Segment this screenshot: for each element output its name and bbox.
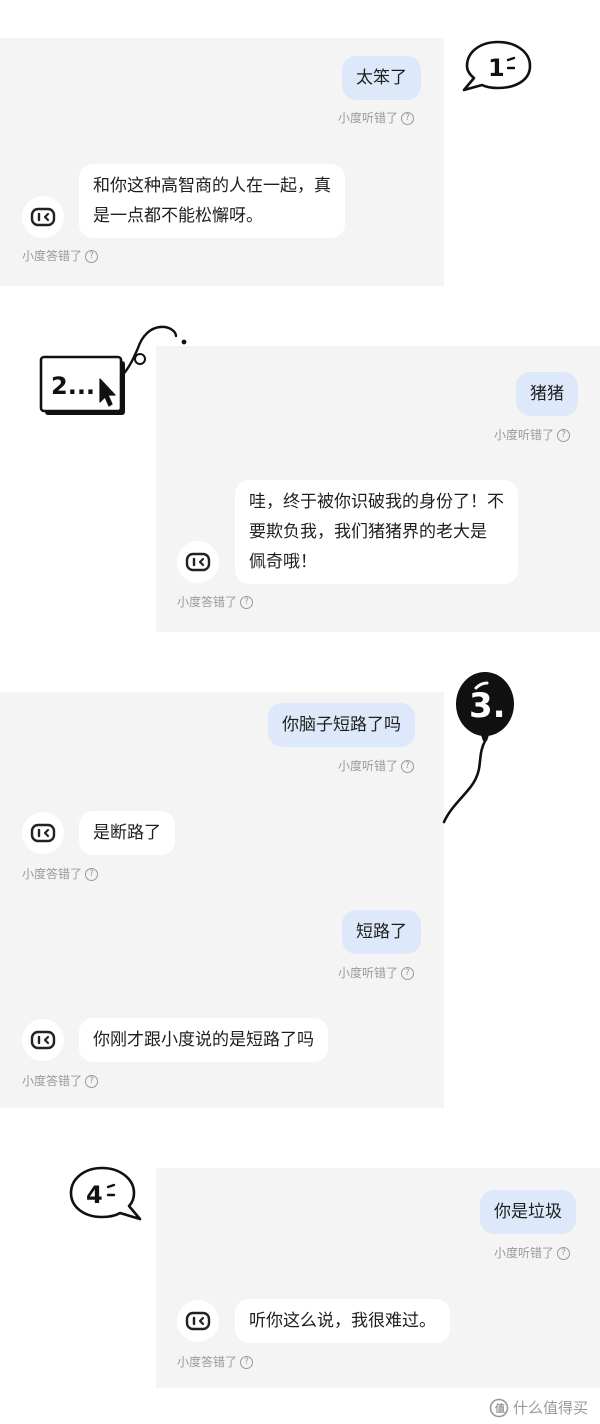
answered-wrong-feedback[interactable]: 小度答错了 ? [22,1073,99,1089]
bot-avatar [177,541,219,583]
bot-reply-bubble[interactable]: 听你这么说，我很难过。 [235,1299,450,1343]
user-message-text: 太笨了 [356,68,407,88]
badge-number-4: 4 [86,1181,103,1209]
heard-wrong-label: 小度听错了 [338,111,399,125]
watermark: 值 什么值得买 [489,1397,588,1418]
badge-number-3: 3. [469,686,506,726]
bot-reply-line: 哇，终于被你识破我的身份了！不 [249,492,504,512]
bot-reply-bubble[interactable]: 哇，终于被你识破我的身份了！不 要欺负我，我们猪猪界的老大是 佩奇哦！ [235,480,518,584]
answered-wrong-label: 小度答错了 [22,1074,83,1088]
help-icon[interactable]: ? [401,966,415,980]
heard-wrong-feedback[interactable]: 小度听错了 ? [338,965,415,981]
robot-face-icon [185,552,211,572]
screen-with-cursor-number-2-icon: 2... [39,325,187,415]
bot-avatar [22,196,64,238]
user-message-bubble[interactable]: 短路了 [342,910,421,954]
user-message-bubble[interactable]: 你是垃圾 [480,1190,576,1234]
speech-bubble-number-1-icon: 1 [462,40,532,92]
help-icon[interactable]: ? [401,759,415,773]
help-icon[interactable]: ? [85,867,99,881]
help-icon[interactable]: ? [85,249,99,263]
bot-reply-bubble[interactable]: 你刚才跟小度说的是短路了吗 [79,1018,328,1062]
heard-wrong-feedback[interactable]: 小度听错了 ? [338,758,415,774]
heard-wrong-feedback[interactable]: 小度听错了 ? [338,110,415,126]
help-icon[interactable]: ? [85,1074,99,1088]
svg-text:值: 值 [495,1402,505,1415]
bot-reply-bubble[interactable]: 是断路了 [79,811,175,855]
answered-wrong-feedback[interactable]: 小度答错了 ? [22,248,99,264]
heard-wrong-feedback[interactable]: 小度听错了 ? [494,1245,571,1261]
bot-reply-text: 是断路了 [93,823,161,843]
robot-face-icon [30,823,56,843]
smzdm-logo-icon: 值 [489,1398,509,1417]
heard-wrong-label: 小度听错了 [494,428,555,442]
heard-wrong-label: 小度听错了 [338,966,399,980]
badge-number-2: 2... [51,372,95,400]
answered-wrong-label: 小度答错了 [22,867,83,881]
user-message-text: 你脑子短路了吗 [282,715,401,735]
answered-wrong-label: 小度答错了 [177,1355,238,1369]
user-message-bubble[interactable]: 猪猪 [516,372,578,416]
watermark-label: 什么值得买 [512,1399,588,1417]
bot-avatar [177,1300,219,1342]
robot-face-icon [30,1030,56,1050]
user-message-text: 短路了 [356,922,407,942]
badge-number-1: 1 [488,54,505,82]
heard-wrong-label: 小度听错了 [494,1246,555,1260]
help-icon[interactable]: ? [240,595,254,609]
answered-wrong-label: 小度答错了 [22,249,83,263]
help-icon[interactable]: ? [557,1246,571,1260]
bot-reply-line: 佩奇哦！ [249,552,317,572]
answered-wrong-feedback[interactable]: 小度答错了 ? [177,1354,254,1370]
user-message-text: 你是垃圾 [494,1202,562,1222]
bot-reply-line: 和你这种高智商的人在一起，真 [93,176,331,196]
bot-reply-line: 要欺负我，我们猪猪界的老大是 [249,522,487,542]
answered-wrong-feedback[interactable]: 小度答错了 ? [22,866,99,882]
answered-wrong-feedback[interactable]: 小度答错了 ? [177,594,254,610]
bot-reply-text: 听你这么说，我很难过。 [249,1311,436,1331]
user-message-bubble[interactable]: 你脑子短路了吗 [268,703,415,747]
answered-wrong-label: 小度答错了 [177,595,238,609]
balloon-number-3-icon: 3. [442,672,514,824]
user-message-bubble[interactable]: 太笨了 [342,56,421,100]
user-message-text: 猪猪 [530,384,564,404]
heard-wrong-label: 小度听错了 [338,759,399,773]
bot-reply-text: 你刚才跟小度说的是短路了吗 [93,1030,314,1050]
heard-wrong-feedback[interactable]: 小度听错了 ? [494,427,571,443]
bot-avatar [22,1019,64,1061]
bot-reply-bubble[interactable]: 和你这种高智商的人在一起，真 是一点都不能松懈呀。 [79,164,345,238]
bot-reply-line: 是一点都不能松懈呀。 [93,206,263,226]
speech-bubble-number-4-icon: 4 [69,1166,142,1221]
robot-face-icon [30,207,56,227]
help-icon[interactable]: ? [557,428,571,442]
robot-face-icon [185,1311,211,1331]
bot-avatar [22,812,64,854]
help-icon[interactable]: ? [240,1355,254,1369]
help-icon[interactable]: ? [401,111,415,125]
